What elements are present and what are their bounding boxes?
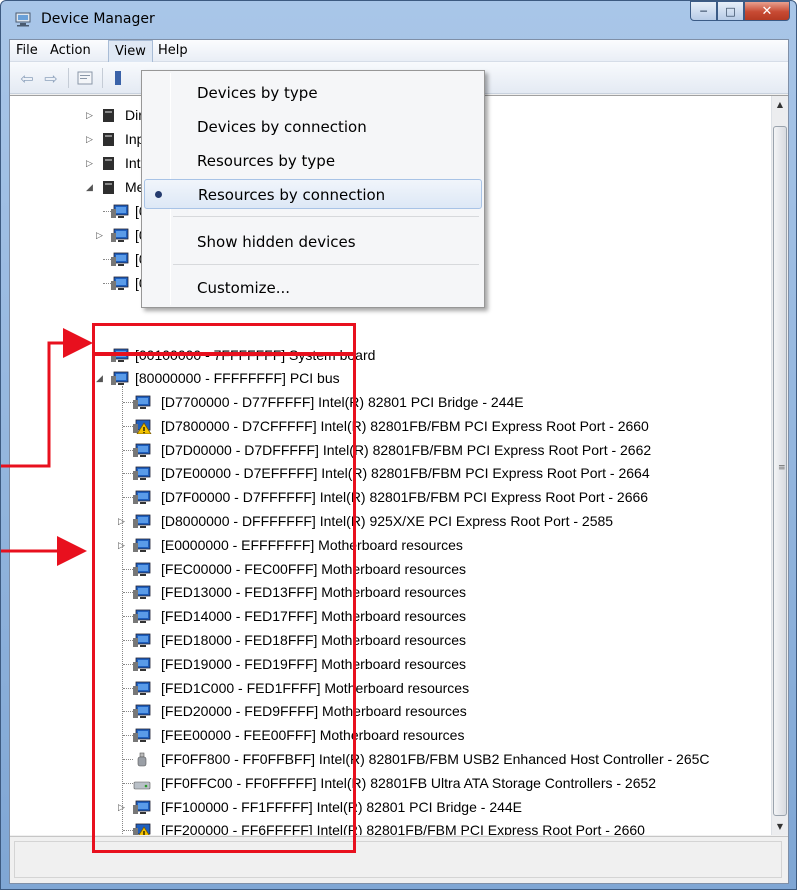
minimize-icon: ─ (700, 4, 707, 18)
scroll-thumb[interactable]: ≡ (773, 126, 787, 816)
menu-separator (173, 216, 479, 217)
radio-bullet-icon (155, 191, 162, 198)
scroll-down-button[interactable]: ▼ (772, 818, 788, 835)
scroll-up-icon: ▲ (776, 100, 784, 109)
scroll-up-button[interactable]: ▲ (772, 96, 788, 113)
menu-item-label: Resources by connection (198, 186, 386, 204)
menu-item-devices-by-connection[interactable]: Devices by connection (144, 112, 482, 142)
menu-item-resources-by-type[interactable]: Resources by type (144, 146, 482, 176)
menu-item-customize[interactable]: Customize... (144, 273, 482, 303)
maximize-icon: □ (725, 4, 736, 18)
menu-item-label: Devices by connection (197, 118, 367, 136)
minimize-button[interactable]: ─ (690, 1, 717, 21)
scroll-grip-icon: ≡ (778, 463, 786, 473)
menu-item-show-hidden-devices[interactable]: Show hidden devices (144, 227, 482, 257)
highlight-box-addresses (92, 353, 356, 853)
menu-item-resources-by-connection[interactable]: Resources by connection (144, 179, 482, 209)
scroll-down-icon: ▼ (776, 822, 784, 831)
menu-help[interactable]: Help (158, 43, 188, 58)
caption-buttons: ─ □ ✕ (690, 1, 790, 23)
arrow-to-pci-bus (1, 328, 93, 468)
menu-bar: File Action View Help (10, 40, 788, 62)
menu-item-label: Resources by type (197, 152, 336, 170)
vertical-scrollbar[interactable]: ▲ ≡ ▼ (771, 96, 788, 835)
menu-item-label: Customize... (197, 279, 291, 297)
view-menu-dropdown: Devices by type Devices by connection Re… (141, 70, 485, 308)
highlight-box-pci-bus (92, 323, 356, 355)
menu-item-label: Show hidden devices (197, 233, 356, 251)
annotation-arrows (1, 328, 93, 566)
maximize-button[interactable]: □ (717, 1, 744, 21)
menu-separator (173, 264, 479, 265)
close-button[interactable]: ✕ (744, 1, 790, 21)
close-icon: ✕ (761, 3, 773, 19)
device-manager-window: Device Manager ─ □ ✕ File Action View He… (0, 0, 797, 890)
menu-item-devices-by-type[interactable]: Devices by type (144, 78, 482, 108)
menu-item-label: Devices by type (197, 84, 318, 102)
